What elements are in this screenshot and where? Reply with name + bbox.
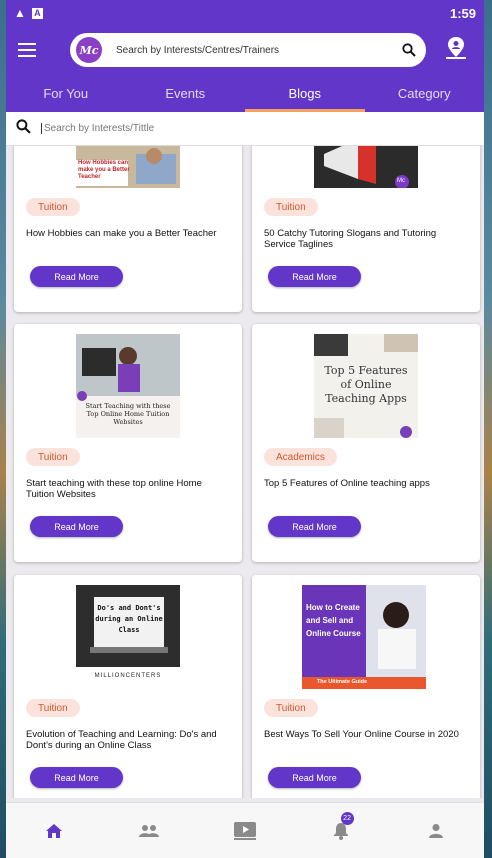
blog-title: Top 5 Features of Online teaching apps xyxy=(264,478,430,489)
tab-for-you[interactable]: For You xyxy=(6,74,126,112)
status-bar: ▲ A 1:59 xyxy=(6,0,484,26)
category-badge: Tuition xyxy=(264,198,318,216)
blog-thumbnail: How to Create and Sell and Online Course… xyxy=(302,585,426,689)
app-notification-icon: A xyxy=(31,7,43,19)
category-badge: Tuition xyxy=(26,448,80,466)
nav-notifications[interactable]: 22 xyxy=(321,811,361,851)
person-icon xyxy=(429,823,444,838)
search-icon[interactable] xyxy=(402,43,416,57)
thumb-caption: Start Teaching with these Top Online Hom… xyxy=(85,402,171,426)
bottom-nav: 22 xyxy=(6,802,484,858)
app-logo: Mc xyxy=(76,37,102,63)
blog-card[interactable]: Do's and Dont's during an Online Class M… xyxy=(14,575,242,798)
blog-grid: How Hobbies can make you a Better Teache… xyxy=(6,146,484,798)
nav-community[interactable] xyxy=(129,811,169,851)
blog-card[interactable]: Mc Tuition 50 Catchy Tutoring Slogans an… xyxy=(252,146,480,312)
blog-thumbnail: Mc xyxy=(314,146,418,188)
read-more-button[interactable]: Read More xyxy=(268,767,361,788)
read-more-button[interactable]: Read More xyxy=(268,266,361,287)
read-more-button[interactable]: Read More xyxy=(30,516,123,537)
search-icon[interactable] xyxy=(16,118,31,139)
blog-search-bar[interactable]: Search by Interests/Tittle xyxy=(6,112,484,146)
thumb-brand: MILLIONCENTERS xyxy=(94,673,162,679)
app-bar: Mc Search by Interests/Centres/Trainers xyxy=(6,26,484,74)
people-icon xyxy=(139,824,160,837)
location-pin-icon[interactable] xyxy=(444,36,468,65)
read-more-button[interactable]: Read More xyxy=(268,516,361,537)
nav-home[interactable] xyxy=(34,811,74,851)
global-search-placeholder[interactable]: Search by Interests/Centres/Trainers xyxy=(116,45,402,56)
blog-card[interactable]: Start Teaching with these Top Online Hom… xyxy=(14,324,242,562)
category-badge: Tuition xyxy=(26,699,80,717)
blog-thumbnail: Do's and Dont's during an Online Class M… xyxy=(76,585,180,689)
category-badge: Academics xyxy=(264,448,337,466)
nav-profile[interactable] xyxy=(416,811,456,851)
category-badge: Tuition xyxy=(26,198,80,216)
tab-category[interactable]: Category xyxy=(365,74,485,112)
status-time: 1:59 xyxy=(449,5,476,21)
blog-title: Start teaching with these top online Hom… xyxy=(26,478,202,500)
tab-events[interactable]: Events xyxy=(126,74,246,112)
home-icon xyxy=(45,823,62,838)
blog-title: How Hobbies can make you a Better Teache… xyxy=(26,228,217,239)
thumb-caption: How to Create and Sell and Online Course xyxy=(306,603,361,638)
blog-card[interactable]: How Hobbies can make you a Better Teache… xyxy=(14,146,242,312)
video-icon xyxy=(233,821,256,840)
thumb-logo-text: Mc xyxy=(397,178,405,184)
blog-card[interactable]: How to Create and Sell and Online Course… xyxy=(252,575,480,798)
nav-videos[interactable] xyxy=(225,811,265,851)
tab-bar: For You Events Blogs Category xyxy=(6,74,484,112)
blog-title: Evolution of Teaching and Learning: Do's… xyxy=(26,729,217,751)
blog-title: 50 Catchy Tutoring Slogans and Tutoring … xyxy=(264,228,437,250)
blog-card[interactable]: Top 5 Features of Online Teaching Apps A… xyxy=(252,324,480,562)
thumb-caption: Do's and Dont's during an Online Class xyxy=(95,604,163,634)
read-more-button[interactable]: Read More xyxy=(30,266,123,287)
read-more-button[interactable]: Read More xyxy=(30,767,123,788)
thumb-caption: How Hobbies can make you a Better Teache… xyxy=(78,160,130,180)
thumb-caption: Top 5 Features of Online Teaching Apps xyxy=(324,364,408,405)
blog-thumbnail: How Hobbies can make you a Better Teache… xyxy=(76,146,180,188)
blog-thumbnail: Top 5 Features of Online Teaching Apps xyxy=(314,334,418,438)
blog-thumbnail: Start Teaching with these Top Online Hom… xyxy=(76,334,180,438)
app-frame: ▲ A 1:59 Mc Search by Interests/Centres/… xyxy=(6,0,484,858)
tab-blogs[interactable]: Blogs xyxy=(245,74,365,112)
blog-title: Best Ways To Sell Your Online Course in … xyxy=(264,729,459,740)
category-badge: Tuition xyxy=(264,699,318,717)
warning-icon: ▲ xyxy=(14,6,26,20)
notification-count-badge: 22 xyxy=(340,811,354,825)
thumb-sub: The Ultimate Guide xyxy=(316,679,368,685)
menu-icon[interactable] xyxy=(18,43,36,57)
global-search-bar[interactable]: Mc Search by Interests/Centres/Trainers xyxy=(70,33,426,67)
blog-search-input[interactable]: Search by Interests/Tittle xyxy=(41,123,154,134)
